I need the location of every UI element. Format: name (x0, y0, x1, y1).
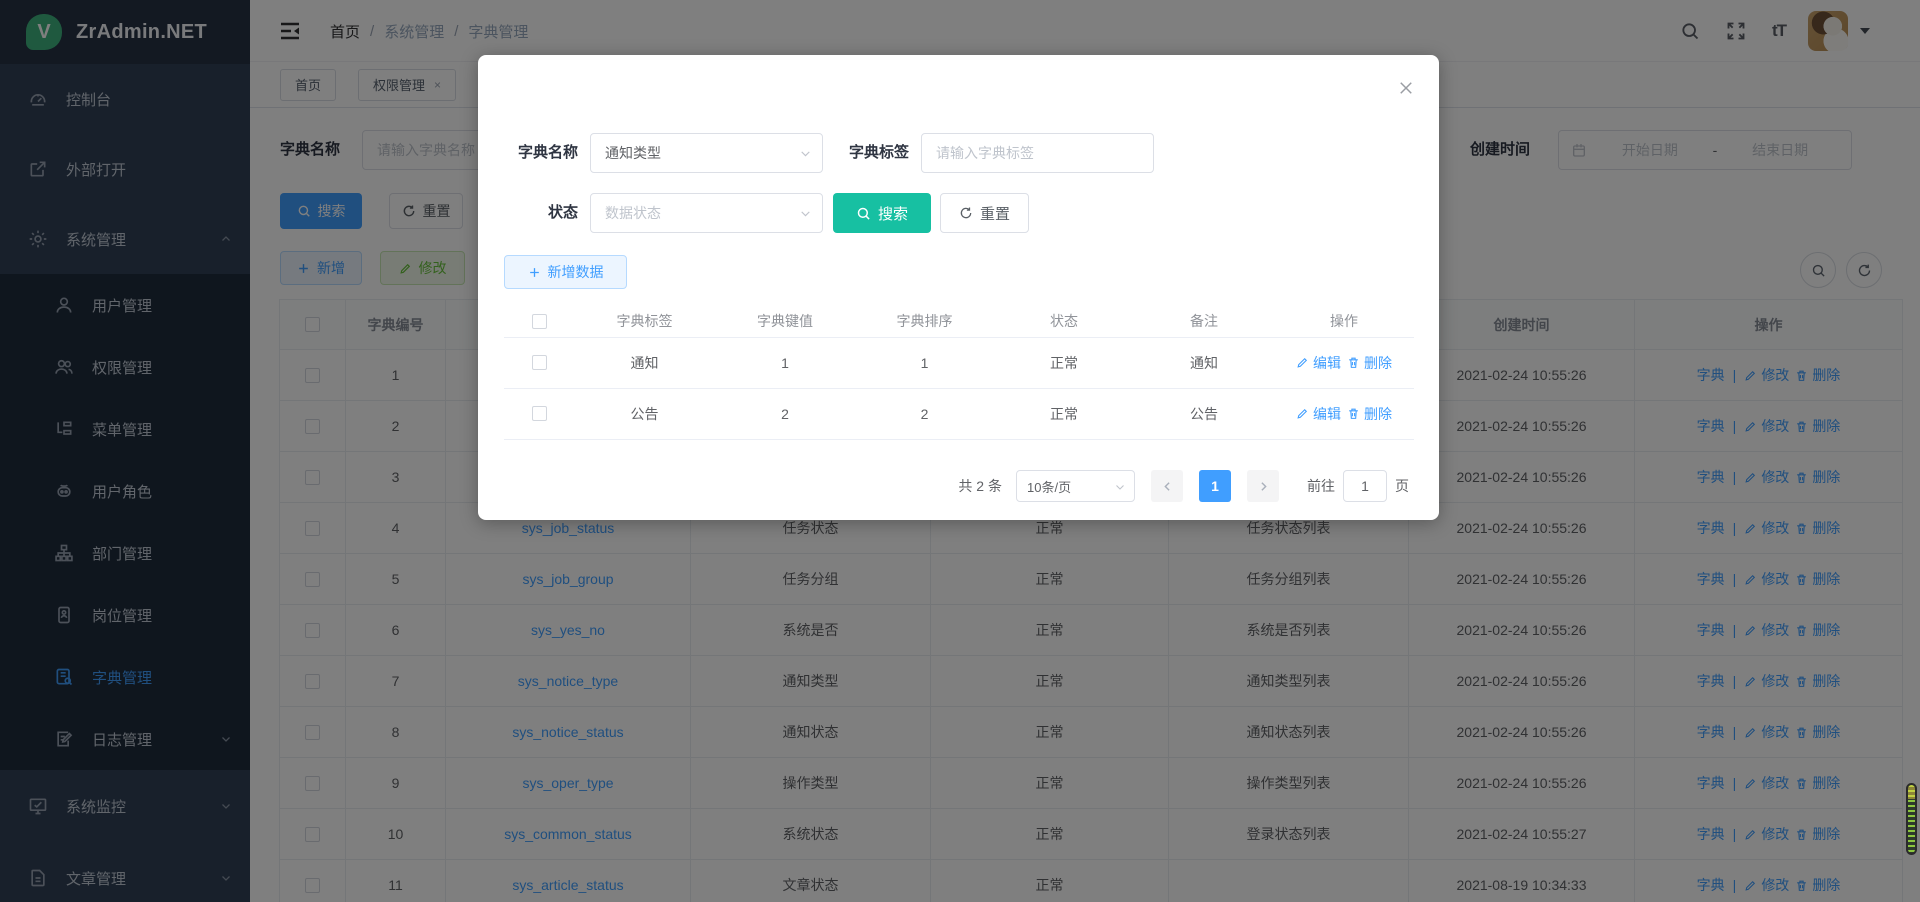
prev-page-button[interactable] (1151, 470, 1183, 502)
chevron-right-icon (1257, 480, 1270, 493)
dialog-row-delete-link[interactable]: 删除 (1347, 404, 1392, 424)
pencil-icon (1296, 407, 1309, 420)
chevron-down-icon (799, 207, 812, 220)
dialog-row-select-cell (504, 337, 574, 388)
trash-icon (1347, 407, 1360, 420)
dialog-dict-sort-cell: 2 (855, 388, 994, 439)
next-page-button[interactable] (1247, 470, 1279, 502)
dialog-dict-label-placeholder: 请输入字典标签 (936, 143, 1034, 163)
dialog-row-checkbox[interactable] (532, 355, 547, 370)
dialog-pagination: 共 2 条 10条/页 1 前往 1 页 (504, 470, 1409, 502)
scrollbar-thumb[interactable] (1906, 783, 1917, 855)
dialog-dict-label-input[interactable]: 请输入字典标签 (921, 133, 1154, 173)
pencil-icon (1296, 356, 1309, 369)
chevron-down-icon (1114, 481, 1126, 493)
dialog-select-all-header (504, 306, 574, 337)
dialog-search-button[interactable]: 搜索 (833, 193, 931, 233)
pagination-total: 共 2 条 (958, 476, 1002, 496)
dialog-dict-value-cell: 2 (715, 388, 855, 439)
dialog-dict-remark-cell: 通知 (1134, 337, 1274, 388)
dialog-add-data-button[interactable]: 新增数据 (504, 255, 627, 289)
dialog-status-select[interactable]: 数据状态 (590, 193, 823, 233)
dialog-dict-label-cell: 通知 (574, 337, 715, 388)
dialog-add-data-label: 新增数据 (548, 262, 604, 282)
dialog-dict-status-cell: 正常 (994, 388, 1134, 439)
dialog-table-header-row: 字典标签 字典键值 字典排序 状态 备注 操作 (504, 306, 1414, 337)
dialog-reset-button[interactable]: 重置 (940, 193, 1029, 233)
goto-page-input[interactable]: 1 (1343, 470, 1387, 502)
dialog-status-label: 状态 (478, 193, 578, 233)
dialog-row-edit-link[interactable]: 编辑 (1296, 353, 1341, 373)
plus-icon (528, 266, 541, 279)
page-number-current[interactable]: 1 (1199, 470, 1231, 502)
page-size-select[interactable]: 10条/页 (1016, 470, 1135, 502)
dialog-col-sort: 字典排序 (855, 306, 994, 337)
dialog-row-actions-cell: 编辑 删除 (1274, 337, 1414, 388)
dialog-dict-remark-cell: 公告 (1134, 388, 1274, 439)
app-screen: V ZrAdmin.NET 控制台 外部打开 系统管理 (0, 0, 1920, 902)
dialog-col-status: 状态 (994, 306, 1134, 337)
dialog-status-placeholder: 数据状态 (605, 203, 661, 223)
dialog-dict-label-label: 字典标签 (811, 133, 909, 173)
dialog-search-label: 搜索 (878, 203, 908, 224)
trash-icon (1347, 356, 1360, 369)
dialog-dict-value-cell: 1 (715, 337, 855, 388)
dialog-table-row: 通知 1 1 正常 通知 编辑 (504, 337, 1414, 388)
dialog-dict-sort-cell: 1 (855, 337, 994, 388)
dialog-dict-data-table: 字典标签 字典键值 字典排序 状态 备注 操作 通知 1 1 正常 (504, 306, 1414, 440)
dialog-dict-status-cell: 正常 (994, 337, 1134, 388)
dialog-col-remark: 备注 (1134, 306, 1274, 337)
dialog-col-value: 字典键值 (715, 306, 855, 337)
refresh-icon (959, 206, 973, 220)
dialog-reset-label: 重置 (980, 203, 1010, 224)
dialog-row-actions-cell: 编辑 删除 (1274, 388, 1414, 439)
dialog-row-delete-link[interactable]: 删除 (1347, 353, 1392, 373)
dialog-row-edit-link[interactable]: 编辑 (1296, 404, 1341, 424)
goto-page-label: 前往 (1307, 476, 1335, 496)
dict-data-dialog: 字典名称 通知类型 字典标签 请输入字典标签 状态 数据状态 搜索 重置 (478, 55, 1439, 520)
goto-page-suffix: 页 (1395, 476, 1409, 496)
search-icon (856, 206, 871, 221)
dialog-col-op: 操作 (1274, 306, 1414, 337)
dialog-dict-name-select[interactable]: 通知类型 (590, 133, 823, 173)
dialog-table-row: 公告 2 2 正常 公告 编辑 (504, 388, 1414, 439)
dialog-dict-name-label: 字典名称 (478, 133, 578, 173)
dialog-close-icon[interactable] (1397, 79, 1415, 97)
dialog-select-all-checkbox[interactable] (532, 314, 547, 329)
dialog-row-select-cell (504, 388, 574, 439)
chevron-left-icon (1161, 480, 1174, 493)
dialog-dict-name-value: 通知类型 (605, 143, 661, 163)
page-size-value: 10条/页 (1027, 477, 1071, 496)
dialog-dict-label-cell: 公告 (574, 388, 715, 439)
dialog-col-label: 字典标签 (574, 306, 715, 337)
dialog-row-checkbox[interactable] (532, 406, 547, 421)
